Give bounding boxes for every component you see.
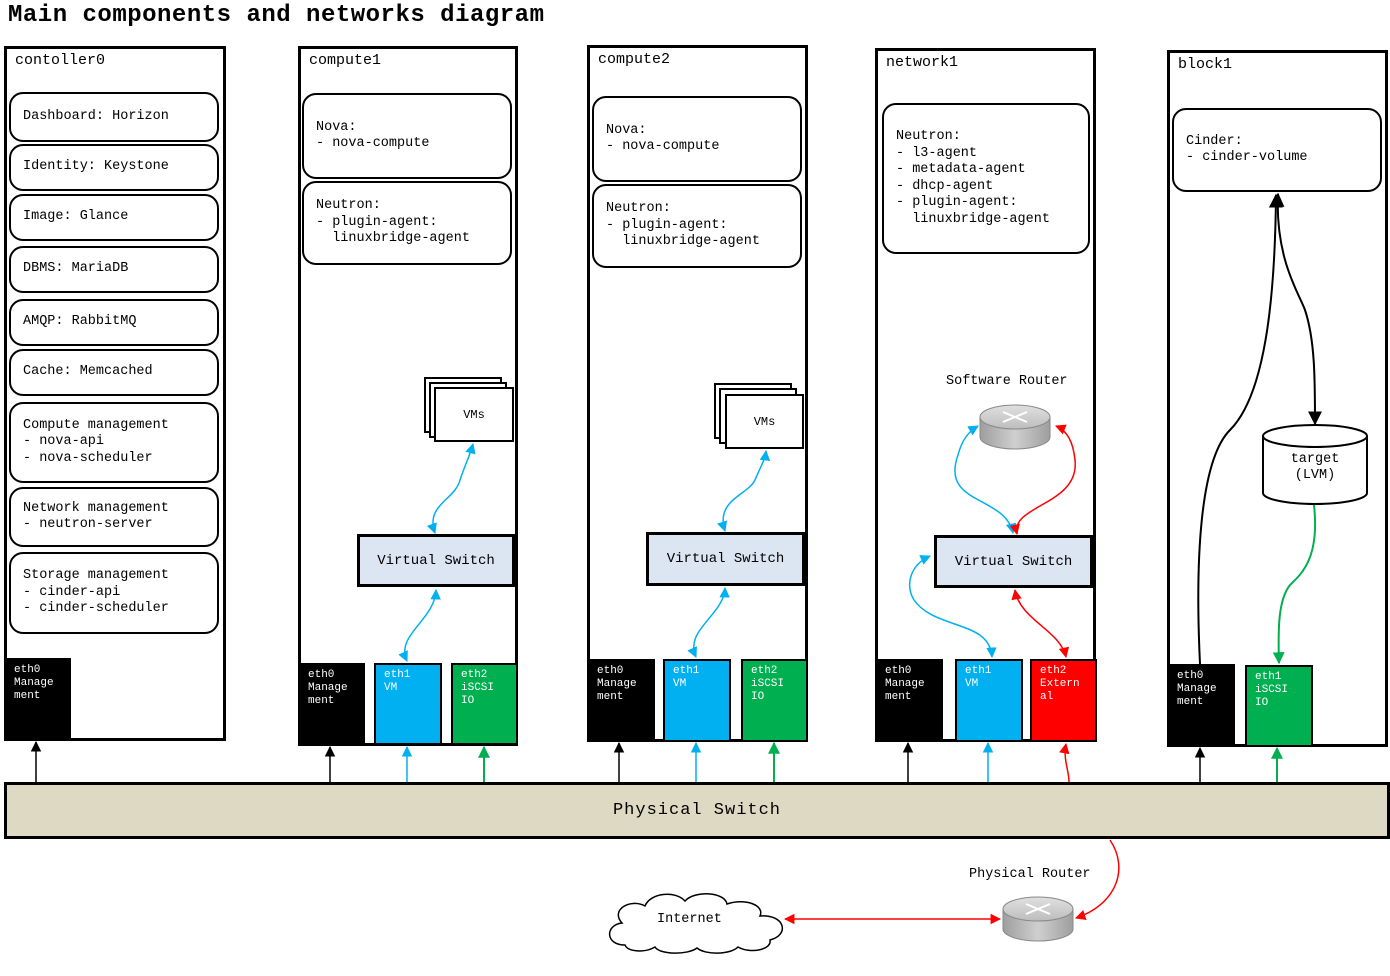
internet-label: Internet (657, 912, 722, 927)
router-icon (1002, 896, 1074, 942)
router-icon (979, 404, 1051, 450)
mgmt-links (30, 740, 1206, 782)
external-links (783, 424, 1120, 925)
target-label: target (LVM) (1290, 452, 1340, 483)
iscsi-links (478, 504, 1317, 782)
vm-links (398, 425, 1017, 782)
connections-layer (30, 192, 1368, 954)
